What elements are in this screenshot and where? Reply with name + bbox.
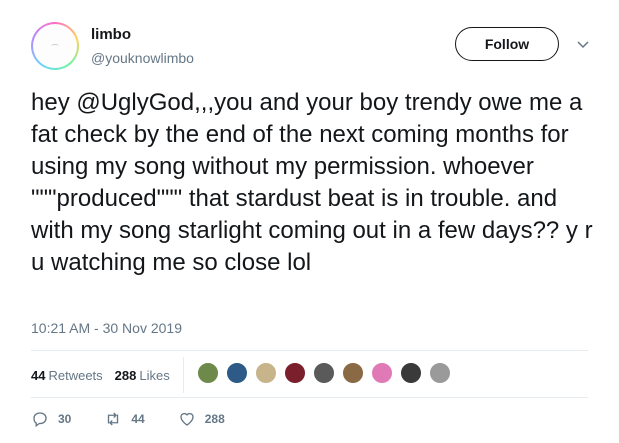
retweets-stat[interactable]: 44 Retweets <box>31 368 103 383</box>
liker-avatar[interactable] <box>371 362 393 384</box>
likes-count: 288 <box>114 367 137 383</box>
like-button[interactable]: 288 <box>178 410 225 428</box>
liker-avatar[interactable] <box>284 362 306 384</box>
user-handle[interactable]: @youknowlimbo <box>91 50 194 66</box>
chevron-down-icon[interactable] <box>576 37 590 51</box>
retweets-count: 44 <box>31 367 46 383</box>
reply-button[interactable]: 30 <box>31 410 71 428</box>
likes-label: Likes <box>139 367 170 383</box>
liker-avatar[interactable] <box>313 362 335 384</box>
retweet-button[interactable]: 44 <box>104 410 145 428</box>
tweet-stats: 44 Retweets 288 Likes <box>31 360 182 390</box>
liker-avatar[interactable] <box>226 362 248 384</box>
liker-avatar[interactable] <box>400 362 422 384</box>
liker-avatar[interactable] <box>342 362 364 384</box>
divider <box>31 397 588 398</box>
divider <box>31 350 588 351</box>
avatar-image <box>33 24 77 68</box>
likes-stat[interactable]: 288 Likes <box>115 368 170 383</box>
tweet-header: limbo @youknowlimbo Follow <box>31 22 601 78</box>
like-count: 288 <box>204 412 225 426</box>
user-name[interactable]: limbo <box>91 26 131 43</box>
tweet-actions: 30 44 288 <box>31 410 258 428</box>
liker-avatar[interactable] <box>197 362 219 384</box>
retweet-icon <box>108 412 119 426</box>
heart-icon <box>180 412 194 426</box>
reply-icon <box>33 412 47 428</box>
tweet-timestamp[interactable]: 10:21 AM - 30 Nov 2019 <box>31 320 182 336</box>
avatar[interactable] <box>31 22 79 70</box>
reply-count: 30 <box>58 412 72 426</box>
likers-avatars <box>197 362 458 384</box>
liker-avatar[interactable] <box>429 362 451 384</box>
stats-separator <box>183 357 184 393</box>
tweet-text: hey @UglyGod,,,you and your boy trendy o… <box>31 89 600 276</box>
liker-avatar[interactable] <box>255 362 277 384</box>
retweets-label: Retweets <box>48 367 103 383</box>
retweet-count: 44 <box>131 412 145 426</box>
follow-button[interactable]: Follow <box>455 27 559 61</box>
